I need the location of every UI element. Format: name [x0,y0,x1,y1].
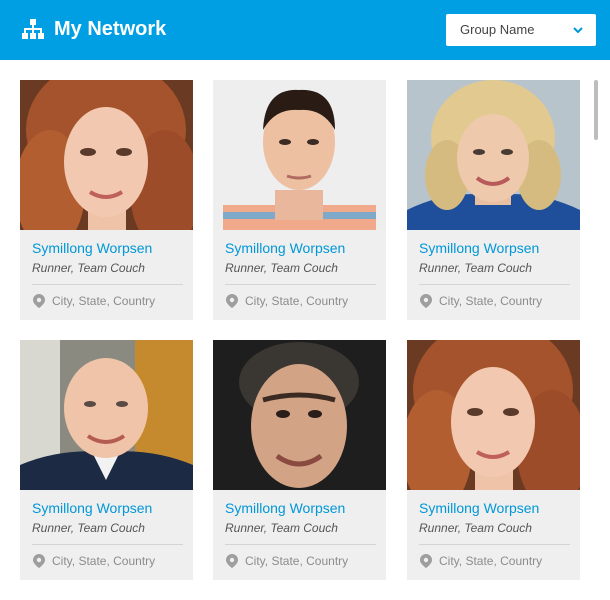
location-pin-icon [420,554,432,568]
contact-photo [213,80,386,230]
location-pin-icon [33,554,45,568]
contact-card[interactable]: Symillong Worpsen Runner, Team Couch Cit… [407,80,580,320]
page-title: My Network [54,18,167,40]
scrollbar-thumb[interactable] [594,80,598,140]
contact-location: City, State, Country [439,294,543,308]
divider [32,284,183,285]
contact-role: Runner, Team Couch [32,521,145,535]
contact-role: Runner, Team Couch [225,261,338,275]
contact-card[interactable]: Symillong Worpsen Runner, Team Couch Cit… [407,340,580,580]
contact-photo [20,80,193,230]
contact-card[interactable]: Symillong Worpsen Runner, Team Couch Cit… [20,340,193,580]
location-pin-icon [33,294,45,308]
chevron-down-icon [573,27,583,34]
contact-name[interactable]: Symillong Worpsen [225,240,345,256]
contact-card[interactable]: Symillong Worpsen Runner, Team Couch Cit… [213,340,386,580]
divider [225,284,376,285]
contact-location: City, State, Country [52,554,156,568]
contact-name[interactable]: Symillong Worpsen [225,500,345,516]
network-icon [22,19,44,39]
contact-card[interactable]: Symillong Worpsen Runner, Team Couch Cit… [20,80,193,320]
group-name-dropdown[interactable]: Group Name [446,14,596,46]
contact-photo [407,340,580,490]
contact-name[interactable]: Symillong Worpsen [32,500,152,516]
app-header: My Network Group Name [0,0,610,60]
contact-photo [20,340,193,490]
location-pin-icon [420,294,432,308]
divider [419,544,570,545]
contact-name[interactable]: Symillong Worpsen [32,240,152,256]
contact-location: City, State, Country [439,554,543,568]
divider [419,284,570,285]
contact-location: City, State, Country [245,554,349,568]
contact-role: Runner, Team Couch [419,521,532,535]
contact-role: Runner, Team Couch [32,261,145,275]
contact-location: City, State, Country [245,294,349,308]
contact-name[interactable]: Symillong Worpsen [419,240,539,256]
divider [225,544,376,545]
contact-photo [213,340,386,490]
group-name-dropdown-value: Group Name [460,22,535,37]
contact-location: City, State, Country [52,294,156,308]
contact-photo [407,80,580,230]
location-pin-icon [226,294,238,308]
contact-role: Runner, Team Couch [419,261,532,275]
contact-card[interactable]: Symillong Worpsen Runner, Team Couch Cit… [213,80,386,320]
divider [32,544,183,545]
location-pin-icon [226,554,238,568]
contact-role: Runner, Team Couch [225,521,338,535]
contact-name[interactable]: Symillong Worpsen [419,500,539,516]
